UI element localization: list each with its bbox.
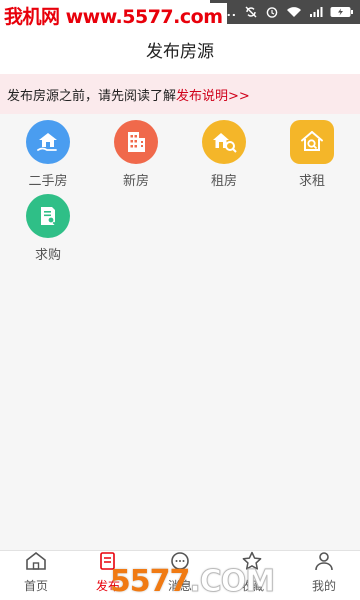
category-second-hand[interactable]: 二手房 — [13, 120, 83, 190]
watermark-bottom-domain: .COM — [189, 563, 276, 599]
notice-banner: 发布房源之前，请先阅读了解 发布说明>> — [0, 74, 360, 114]
building-icon — [114, 120, 158, 164]
user-icon — [313, 551, 335, 575]
house-hand-icon — [26, 120, 70, 164]
house-key-icon — [202, 120, 246, 164]
status-icons: ... — [210, 0, 360, 24]
signal-icon — [309, 6, 323, 18]
wifi-icon — [286, 6, 302, 18]
category-new-house[interactable]: 新房 — [101, 120, 171, 190]
page-title: 发布房源 — [146, 41, 214, 62]
category-want-rent[interactable]: 求租 — [277, 120, 347, 190]
battery-charging-icon — [330, 6, 354, 18]
header: 发布房源 — [0, 24, 360, 74]
house-search-icon — [290, 120, 334, 164]
alarm-icon — [265, 5, 279, 19]
watermark-bottom-number: 5577 — [109, 563, 190, 599]
status-bar: 我机网 www.5577.com ... — [0, 0, 360, 31]
notice-link[interactable]: 发布说明>> — [176, 85, 250, 104]
category-rent[interactable]: 租房 — [189, 120, 259, 190]
watermark-top: 我机网 www.5577.com — [2, 3, 227, 31]
category-label: 求购 — [34, 248, 61, 263]
category-label: 新房 — [122, 174, 149, 189]
nav-item-home[interactable]: 首页 — [0, 551, 72, 600]
category-label: 求租 — [298, 174, 325, 189]
category-label: 二手房 — [28, 174, 68, 189]
notice-text: 发布房源之前，请先阅读了解 — [7, 88, 177, 104]
category-label: 租房 — [210, 174, 237, 189]
nav-label: 首页 — [23, 579, 48, 593]
nav-item-mine[interactable]: 我的 — [288, 551, 360, 600]
sync-off-icon — [244, 5, 258, 19]
watermark-bottom: 5577 .COM — [104, 562, 280, 600]
nav-label: 我的 — [311, 579, 336, 593]
home-icon — [25, 551, 47, 575]
document-search-icon — [26, 194, 70, 238]
category-want-buy[interactable]: 求购 — [13, 194, 83, 264]
